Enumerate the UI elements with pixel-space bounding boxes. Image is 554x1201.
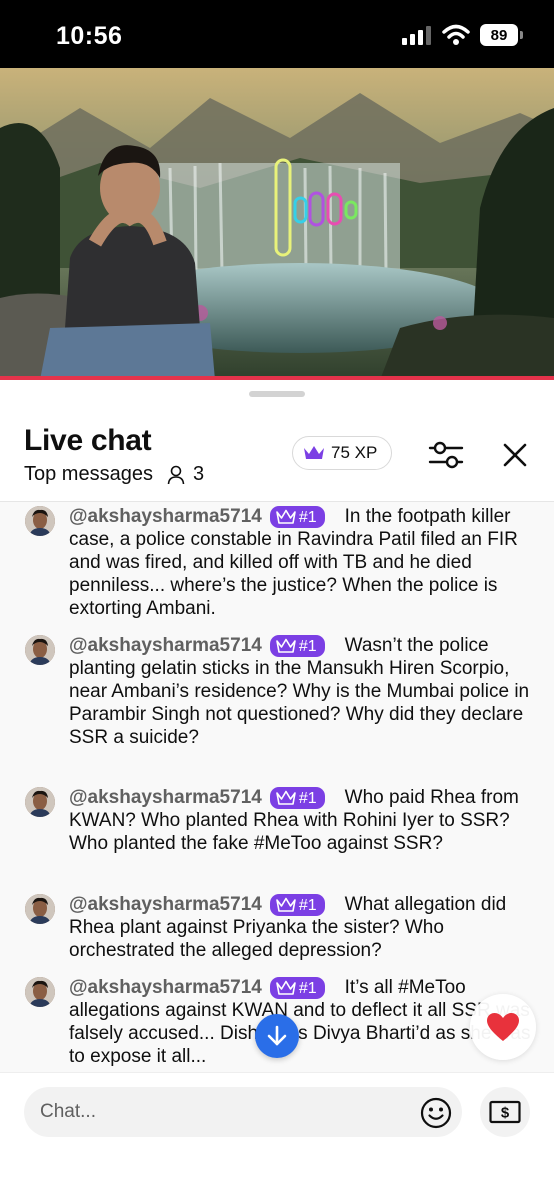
chat-mode-label: Top messages [24, 463, 153, 485]
panel-title: Live chat [24, 424, 152, 457]
video-frame-image [0, 68, 554, 380]
clock: 10:56 [56, 22, 123, 50]
message-author[interactable]: @akshaysharma5714 [69, 787, 262, 808]
avatar [25, 787, 55, 817]
sliders-icon[interactable] [426, 438, 466, 472]
avatar [25, 635, 55, 665]
super-chat-button[interactable]: $ [480, 1087, 530, 1137]
close-icon[interactable] [498, 438, 532, 472]
chat-input[interactable] [24, 1087, 462, 1137]
badge-rank: #1 [298, 789, 317, 807]
avatar [25, 977, 55, 1007]
arrow-down-icon [267, 1025, 287, 1046]
svg-text:$: $ [501, 1105, 510, 1122]
member-badge: #1 [269, 506, 325, 528]
member-badge: #1 [269, 635, 325, 657]
avatar [25, 894, 55, 924]
badge-rank: #1 [298, 896, 317, 914]
xp-badge-button[interactable]: 75 XP [292, 436, 393, 470]
dollar-bill-icon: $ [489, 1100, 521, 1124]
member-badge: #1 [269, 977, 325, 999]
chat-message-list[interactable]: @akshaysharma5714 #1 In the footpath kille… [0, 502, 554, 1072]
chat-input-bar: $ [0, 1072, 554, 1201]
cellular-signal-icon [402, 26, 431, 45]
crown-icon [276, 897, 296, 912]
avatar [25, 506, 55, 536]
badge-rank: #1 [298, 637, 317, 655]
crown-icon [276, 790, 296, 805]
message-author[interactable]: @akshaysharma5714 [69, 635, 262, 656]
live-chat-panel: Live chat Top messages 3 75 XP @akshaysh… [0, 380, 554, 1201]
crown-icon [304, 446, 324, 459]
chat-mode-selector[interactable]: Top messages 3 [24, 463, 204, 486]
viewer-count-value: 3 [192, 463, 205, 485]
crown-icon [276, 638, 296, 653]
heart-icon [487, 1013, 519, 1041]
member-badge: #1 [269, 894, 325, 916]
status-icons: 89 [402, 24, 523, 46]
member-badge: #1 [269, 787, 325, 809]
heart-reaction-button[interactable] [470, 994, 536, 1060]
crown-icon [276, 509, 296, 524]
badge-rank: #1 [298, 508, 317, 526]
drag-handle[interactable] [249, 391, 305, 397]
video-player[interactable] [0, 68, 554, 380]
viewer-count: 3 [167, 463, 204, 486]
message-author[interactable]: @akshaysharma5714 [69, 894, 262, 915]
wifi-icon [442, 24, 470, 45]
smiley-icon[interactable] [420, 1097, 452, 1129]
battery-indicator: 89 [480, 24, 523, 46]
message-author[interactable]: @akshaysharma5714 [69, 506, 262, 527]
scroll-to-bottom-button[interactable] [255, 1014, 299, 1058]
xp-label: 75 XP [331, 443, 378, 462]
message-author[interactable]: @akshaysharma5714 [69, 977, 262, 998]
badge-rank: #1 [298, 979, 317, 997]
crown-icon [276, 980, 296, 995]
person-icon [167, 465, 185, 484]
status-bar: 10:56 89 [0, 0, 554, 68]
